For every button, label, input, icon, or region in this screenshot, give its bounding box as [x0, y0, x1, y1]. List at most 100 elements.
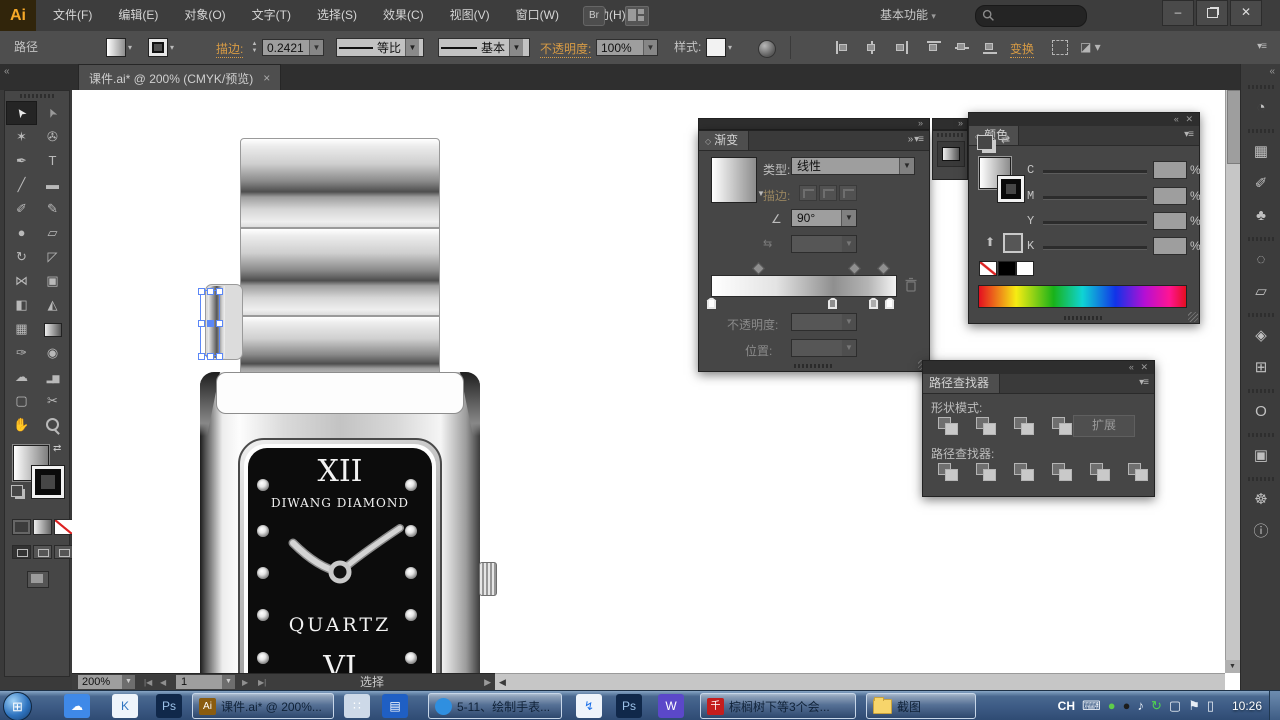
channel-slider[interactable]	[1043, 246, 1147, 250]
mesh-tool[interactable]: ▦	[6, 317, 37, 341]
mini-fill-stroke-icon[interactable]	[977, 135, 993, 150]
draw-inside-button[interactable]	[54, 545, 73, 559]
gradient-stop[interactable]	[884, 297, 896, 310]
direct-selection-tool[interactable]: ➤	[37, 101, 68, 125]
safety-360-icon[interactable]: ↻	[1151, 699, 1162, 713]
collapse-dock-icon[interactable]: «	[1269, 66, 1275, 77]
prev-artboard-icon[interactable]: ◀	[160, 675, 166, 690]
collapse-icon[interactable]: «	[4, 66, 10, 77]
expand-icon[interactable]: »	[958, 118, 963, 128]
stroke-color-dropdown[interactable]: ▾	[148, 38, 174, 57]
mouse-icon[interactable]: ▯	[1207, 699, 1214, 713]
color-guide-panel-icon[interactable]: ◔	[1247, 95, 1275, 121]
dock-grip[interactable]	[1248, 433, 1274, 437]
column-graph-tool[interactable]: ▂▆	[37, 365, 68, 389]
chevron-down-icon[interactable]: ▼	[309, 40, 323, 55]
shape-builder-tool[interactable]: ◧	[6, 293, 37, 317]
pathfinder-trim-button[interactable]	[973, 461, 1001, 483]
eraser-tool[interactable]: ▱	[37, 221, 68, 245]
artboard-number-field[interactable]: 1	[176, 675, 222, 689]
channel-slider[interactable]	[1043, 221, 1147, 225]
scroll-left-icon[interactable]: ◀	[499, 674, 506, 690]
chevron-down-icon[interactable]: ▼	[643, 40, 657, 55]
gradient-panel-icon[interactable]	[937, 141, 965, 167]
align-bottom-button[interactable]	[982, 41, 998, 54]
close-button[interactable]: ✕	[1230, 0, 1262, 26]
align-center-button[interactable]	[864, 41, 880, 54]
gradient-mode-button[interactable]	[33, 519, 52, 535]
gradient-type-dropdown[interactable]: 线性 ▼	[791, 157, 915, 175]
pathfinder-panel-header[interactable]: « ✕	[923, 361, 1154, 374]
gradient-midpoint[interactable]	[752, 262, 765, 275]
dock-grip[interactable]	[937, 133, 963, 137]
bridge-button[interactable]: Br	[583, 6, 605, 26]
black-swatch[interactable]	[998, 261, 1016, 276]
perspective-grid-tool[interactable]: ◭	[37, 293, 68, 317]
thunder-icon[interactable]: ↯	[576, 694, 602, 718]
menu-item-object[interactable]: 对象(O)	[171, 0, 238, 31]
symbols-panel-icon[interactable]: ♣	[1247, 203, 1275, 229]
panel-grip[interactable]	[20, 94, 54, 98]
paintbrush-tool[interactable]: ✐	[6, 197, 37, 221]
white-swatch[interactable]	[1016, 261, 1034, 276]
gradient-midpoint[interactable]	[877, 262, 890, 275]
gradient-thumbnail[interactable]	[711, 157, 757, 203]
artboard-dropdown-icon[interactable]: ▼	[222, 675, 235, 689]
last-artboard-icon[interactable]: ▶|	[258, 675, 266, 690]
panel-grip[interactable]	[794, 364, 834, 368]
transform-link[interactable]: 变换	[1010, 40, 1035, 58]
menu-item-select[interactable]: 选择(S)	[304, 0, 370, 31]
scale-tool[interactable]: ◸	[37, 245, 68, 269]
speaker-icon[interactable]: ♪	[1137, 699, 1144, 713]
watch-band-link[interactable]	[240, 138, 440, 228]
expand-icon[interactable]: »	[918, 118, 923, 128]
gradient-stop[interactable]	[867, 297, 879, 310]
transparency-panel-icon[interactable]: ◌	[1247, 247, 1275, 273]
zoom-tool[interactable]	[37, 413, 68, 437]
panel-menu-icon[interactable]: ▾≡	[1257, 41, 1267, 52]
close-icon[interactable]: ✕	[1140, 362, 1150, 372]
menu-item-type[interactable]: 文字(T)	[239, 0, 304, 31]
minimize-button[interactable]: –	[1162, 0, 1194, 26]
zoom-level-field[interactable]: 200%	[78, 675, 122, 689]
dock-grip[interactable]	[1248, 389, 1274, 393]
gradient-dock-header[interactable]: »	[698, 118, 930, 130]
lasso-tool[interactable]: ✇	[37, 125, 68, 149]
shape-mode-minus-front-button[interactable]	[973, 415, 1001, 437]
transform-panel-icon[interactable]: ▣	[1247, 443, 1275, 469]
opacity-field[interactable]: 100% ▼	[596, 39, 658, 56]
cloud-app-icon[interactable]: ☁	[64, 694, 90, 718]
mini-dock-header[interactable]: »	[932, 118, 968, 130]
blend-tool[interactable]: ◉	[37, 341, 68, 365]
align-right-button[interactable]	[892, 41, 908, 54]
stroke-color-swatch[interactable]	[31, 465, 65, 499]
layers-panel-icon[interactable]: ◈	[1247, 323, 1275, 349]
dock-grip[interactable]	[1248, 85, 1274, 89]
task-screenshot-folder[interactable]: 截图	[866, 693, 976, 719]
scrollbar-corner[interactable]: ▼	[1225, 660, 1240, 673]
menu-item-view[interactable]: 视图(V)	[437, 0, 503, 31]
stroke-weight-field[interactable]: 0.2421 ▼	[262, 39, 324, 56]
document-setup-icon[interactable]	[758, 40, 776, 58]
first-artboard-icon[interactable]: |◀	[144, 675, 152, 690]
stroke-weight-label[interactable]: 描边:	[216, 40, 244, 58]
start-button[interactable]: ⊞	[3, 692, 32, 720]
watch-hands[interactable]	[238, 438, 442, 673]
stroke-weight-stepper[interactable]: ▲ ▼	[250, 39, 259, 56]
navigator-panel-icon[interactable]: ☸	[1247, 487, 1275, 513]
photoshop-icon[interactable]: Ps	[156, 694, 182, 718]
opentype-panel-icon[interactable]: O	[1247, 399, 1275, 425]
panel-grip[interactable]	[1064, 316, 1104, 320]
draw-behind-button[interactable]	[33, 545, 52, 559]
pathfinder-outline-button[interactable]	[1087, 461, 1115, 483]
swatches-panel-icon[interactable]: ▦	[1247, 139, 1275, 165]
shape-mode-unite-button[interactable]	[935, 415, 963, 437]
collapse-icon[interactable]: «	[1129, 362, 1136, 372]
close-icon[interactable]: ✕	[1185, 114, 1195, 124]
bounding-box-icon[interactable]	[1052, 40, 1068, 55]
arrange-documents-button[interactable]	[625, 6, 649, 26]
band-recess[interactable]	[216, 372, 464, 414]
gradient-stop[interactable]	[706, 297, 717, 310]
chevron-down-icon[interactable]: ▼	[841, 210, 856, 226]
search-input[interactable]	[975, 5, 1087, 27]
